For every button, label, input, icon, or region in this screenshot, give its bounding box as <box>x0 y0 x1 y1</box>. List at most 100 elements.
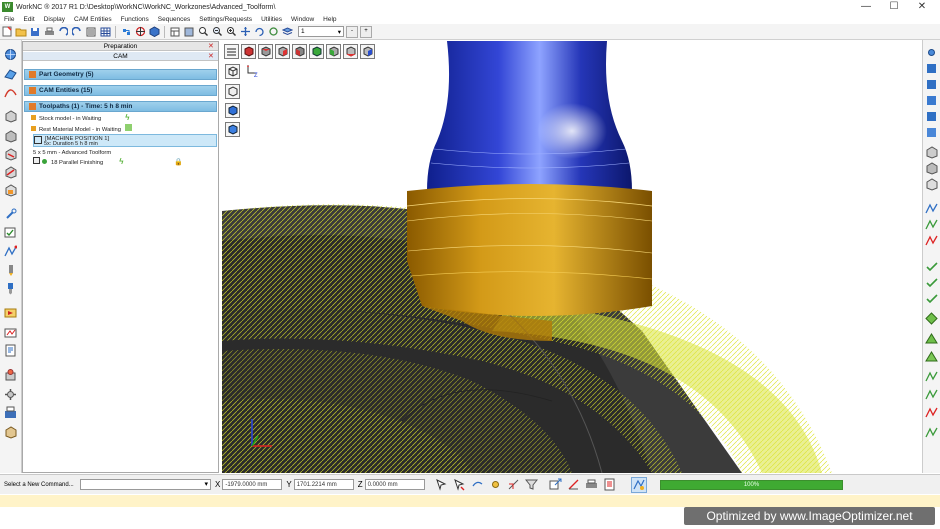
section-toolpaths[interactable]: Toolpaths (1) - Time: 5 h 8 min <box>24 101 217 112</box>
zoom-all-icon[interactable] <box>211 26 223 38</box>
save-icon[interactable] <box>29 26 41 38</box>
print-icon[interactable] <box>43 26 55 38</box>
gear-icon[interactable] <box>925 46 938 59</box>
tree-item-parallel-finishing[interactable]: 18 Parallel Finishing ϟ 🔒 <box>33 157 218 166</box>
menu-help[interactable]: Help <box>319 16 341 23</box>
grid-view-icon[interactable] <box>99 26 111 38</box>
minimize-button[interactable]: — <box>852 0 880 14</box>
wrench-icon[interactable] <box>4 208 17 221</box>
menu-utilities[interactable]: Utilities <box>257 16 287 23</box>
tab-cam[interactable]: CAM <box>23 52 218 61</box>
wireframe-cube-icon[interactable] <box>225 64 240 79</box>
snap-icon[interactable] <box>471 478 485 492</box>
tree-item-tool[interactable]: 5 x 5 mm - Advanced Toolform <box>33 149 218 157</box>
axis-triad-icon[interactable]: Z <box>244 63 260 79</box>
view-axo-icon[interactable] <box>360 44 375 59</box>
open-folder-icon[interactable] <box>15 26 27 38</box>
cube-view-icon[interactable] <box>925 78 938 91</box>
report-icon[interactable] <box>4 344 17 357</box>
toolpath-icon[interactable] <box>925 202 938 215</box>
layer-plus-button[interactable]: + <box>360 25 372 38</box>
toolpath-icon[interactable] <box>925 388 938 401</box>
menu-window[interactable]: Window <box>287 16 319 23</box>
menu-icon[interactable] <box>224 44 239 59</box>
layer-minus-button[interactable]: - <box>346 25 358 38</box>
tree-item-stock-model[interactable]: Stock model - in Waiting ϟ <box>31 114 216 122</box>
toolpath-icon[interactable] <box>925 426 938 439</box>
surface-icon[interactable] <box>4 67 17 80</box>
view-front-icon[interactable] <box>241 44 256 59</box>
cube-view-icon[interactable] <box>925 110 938 123</box>
cube-display-icon[interactable] <box>148 26 160 38</box>
tab-preparation[interactable]: Preparation <box>23 42 218 51</box>
view-bottom-icon[interactable] <box>343 44 358 59</box>
view-right-icon[interactable] <box>275 44 290 59</box>
check-icon[interactable] <box>925 292 938 305</box>
toolpath-icon[interactable] <box>925 370 938 383</box>
align-icon[interactable] <box>507 478 521 492</box>
section-cam-entities[interactable]: CAM Entities (15) <box>24 85 217 96</box>
triangle-icon[interactable] <box>925 332 938 345</box>
part-orange-icon[interactable] <box>4 184 17 197</box>
calculate-icon[interactable] <box>630 476 647 493</box>
zoom-in-icon[interactable] <box>225 26 237 38</box>
menu-display[interactable]: Display <box>40 16 70 23</box>
view-top-icon[interactable] <box>258 44 273 59</box>
menu-sequences[interactable]: Sequences <box>154 16 196 23</box>
close-icon[interactable]: ✕ <box>208 52 214 61</box>
snap-point-icon[interactable] <box>489 478 503 492</box>
part-red-icon[interactable] <box>4 166 17 179</box>
view-iso-icon[interactable] <box>292 44 307 59</box>
tree-item-machine-position[interactable]: [MACHINE POSITION 1] 5x: Duration 5 h 8 … <box>33 134 217 147</box>
view-left-icon[interactable] <box>326 44 341 59</box>
close-button[interactable]: ✕ <box>908 0 936 14</box>
menu-file[interactable]: File <box>0 16 19 23</box>
menu-edit[interactable]: Edit <box>19 16 39 23</box>
section-part-geometry[interactable]: Part Geometry (5) <box>24 69 217 80</box>
part-gray-icon[interactable] <box>4 130 17 143</box>
refresh-icon[interactable] <box>267 26 279 38</box>
simulate-icon[interactable] <box>4 306 17 319</box>
check-plan-icon[interactable] <box>4 226 17 239</box>
x-coordinate-field[interactable]: -1979.0000 mm <box>222 479 283 490</box>
view-back-icon[interactable] <box>309 44 324 59</box>
menu-cam-entities[interactable]: CAM Entities <box>70 16 117 23</box>
postprocess-icon[interactable] <box>4 406 17 419</box>
toolpath-icon[interactable] <box>925 234 938 247</box>
pick-filter-icon[interactable] <box>453 478 467 492</box>
3d-viewport[interactable] <box>222 41 922 473</box>
curve-icon[interactable] <box>4 86 17 99</box>
export-icon[interactable] <box>549 478 563 492</box>
layer-select[interactable]: 1 ▾ <box>298 26 344 37</box>
menu-functions[interactable]: Functions <box>117 16 154 23</box>
gear-icon[interactable] <box>4 388 17 401</box>
toolpath-icon[interactable] <box>4 245 17 258</box>
shaded-cube-icon[interactable] <box>225 103 240 118</box>
new-file-icon[interactable] <box>1 26 13 38</box>
wireframe-cube-icon[interactable] <box>225 84 240 99</box>
diamond-icon[interactable] <box>925 312 938 325</box>
cube-view-icon[interactable] <box>925 126 938 139</box>
close-icon[interactable]: ✕ <box>208 42 214 51</box>
tool-icon[interactable] <box>4 264 17 277</box>
triangle-icon[interactable] <box>925 350 938 363</box>
check-icon[interactable] <box>925 260 938 273</box>
rotate-icon[interactable] <box>253 26 265 38</box>
pick-icon[interactable] <box>435 478 449 492</box>
tree-item-rest-material[interactable]: Rest Material Model - in Waiting <box>31 124 216 133</box>
cube-view-icon[interactable] <box>925 62 938 75</box>
part-gray-icon[interactable] <box>925 178 938 191</box>
menu-settings-requests[interactable]: Settings/Requests <box>195 16 257 23</box>
redo-icon[interactable] <box>71 26 83 38</box>
maximize-button[interactable]: ☐ <box>880 0 908 14</box>
toolpath-icon[interactable] <box>925 218 938 231</box>
undo-icon[interactable] <box>57 26 69 38</box>
measure-icon[interactable] <box>567 478 581 492</box>
shaded-cube-icon[interactable] <box>225 122 240 137</box>
part-red-icon[interactable] <box>4 148 17 161</box>
drill-icon[interactable] <box>4 282 17 295</box>
zoom-window-icon[interactable] <box>197 26 209 38</box>
checkbox[interactable] <box>33 157 40 164</box>
z-coordinate-field[interactable]: 0.0000 mm <box>364 479 425 490</box>
cube-view-icon[interactable] <box>925 94 938 107</box>
